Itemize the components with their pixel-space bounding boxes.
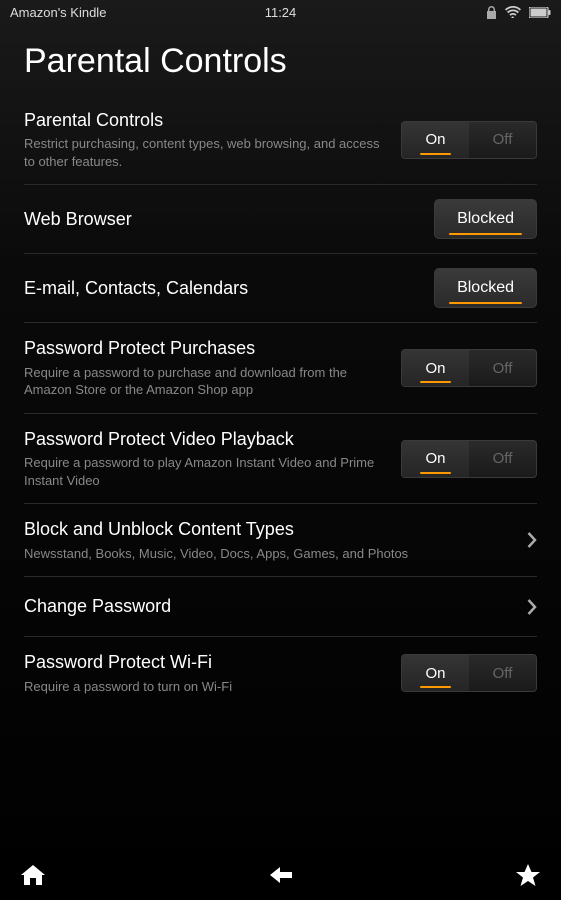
setting-change-password[interactable]: Change Password xyxy=(24,577,537,637)
setting-title: Web Browser xyxy=(24,208,418,231)
status-bar: Amazon's Kindle 11:24 xyxy=(0,0,561,24)
toggle-off[interactable]: Off xyxy=(469,350,536,386)
password-purchases-toggle[interactable]: On Off xyxy=(401,349,537,387)
setting-email-contacts[interactable]: E-mail, Contacts, Calendars Blocked xyxy=(24,254,537,323)
setting-subtitle: Require a password to play Amazon Instan… xyxy=(24,454,385,489)
setting-subtitle: Require a password to turn on Wi-Fi xyxy=(24,678,385,696)
setting-title: Parental Controls xyxy=(24,109,385,132)
battery-icon xyxy=(529,7,551,18)
status-app-name: Amazon's Kindle xyxy=(10,5,190,20)
setting-title: Change Password xyxy=(24,595,503,618)
toggle-on[interactable]: On xyxy=(402,350,469,386)
setting-block-content[interactable]: Block and Unblock Content Types Newsstan… xyxy=(24,504,537,577)
setting-subtitle: Restrict purchasing, content types, web … xyxy=(24,135,385,170)
setting-password-video: Password Protect Video Playback Require … xyxy=(24,414,537,504)
setting-title: Password Protect Purchases xyxy=(24,337,385,360)
setting-title: Password Protect Video Playback xyxy=(24,428,385,451)
lock-icon xyxy=(486,6,497,19)
parental-controls-toggle[interactable]: On Off xyxy=(401,121,537,159)
email-blocked-button[interactable]: Blocked xyxy=(434,268,537,308)
setting-title: E-mail, Contacts, Calendars xyxy=(24,277,418,300)
toggle-on[interactable]: On xyxy=(402,441,469,477)
toggle-off[interactable]: Off xyxy=(469,122,536,158)
setting-title: Block and Unblock Content Types xyxy=(24,518,503,541)
bottom-nav xyxy=(0,850,561,900)
chevron-right-icon xyxy=(527,532,537,548)
setting-web-browser[interactable]: Web Browser Blocked xyxy=(24,185,537,254)
setting-subtitle: Newsstand, Books, Music, Video, Docs, Ap… xyxy=(24,545,503,563)
status-time: 11:24 xyxy=(190,5,370,20)
password-video-toggle[interactable]: On Off xyxy=(401,440,537,478)
setting-subtitle: Require a password to purchase and downl… xyxy=(24,364,385,399)
toggle-off[interactable]: Off xyxy=(469,441,536,477)
back-icon[interactable] xyxy=(268,865,294,885)
setting-password-purchases: Password Protect Purchases Require a pas… xyxy=(24,323,537,413)
setting-parental-controls: Parental Controls Restrict purchasing, c… xyxy=(24,95,537,185)
setting-title: Password Protect Wi-Fi xyxy=(24,651,385,674)
star-icon[interactable] xyxy=(515,863,541,887)
password-wifi-toggle[interactable]: On Off xyxy=(401,654,537,692)
toggle-on[interactable]: On xyxy=(402,655,469,691)
page-title: Parental Controls xyxy=(0,24,561,95)
web-browser-blocked-button[interactable]: Blocked xyxy=(434,199,537,239)
toggle-on[interactable]: On xyxy=(402,122,469,158)
wifi-icon xyxy=(505,6,521,18)
home-icon[interactable] xyxy=(20,863,46,887)
setting-password-wifi: Password Protect Wi-Fi Require a passwor… xyxy=(24,637,537,709)
toggle-off[interactable]: Off xyxy=(469,655,536,691)
chevron-right-icon xyxy=(527,599,537,615)
settings-list: Parental Controls Restrict purchasing, c… xyxy=(0,95,561,709)
